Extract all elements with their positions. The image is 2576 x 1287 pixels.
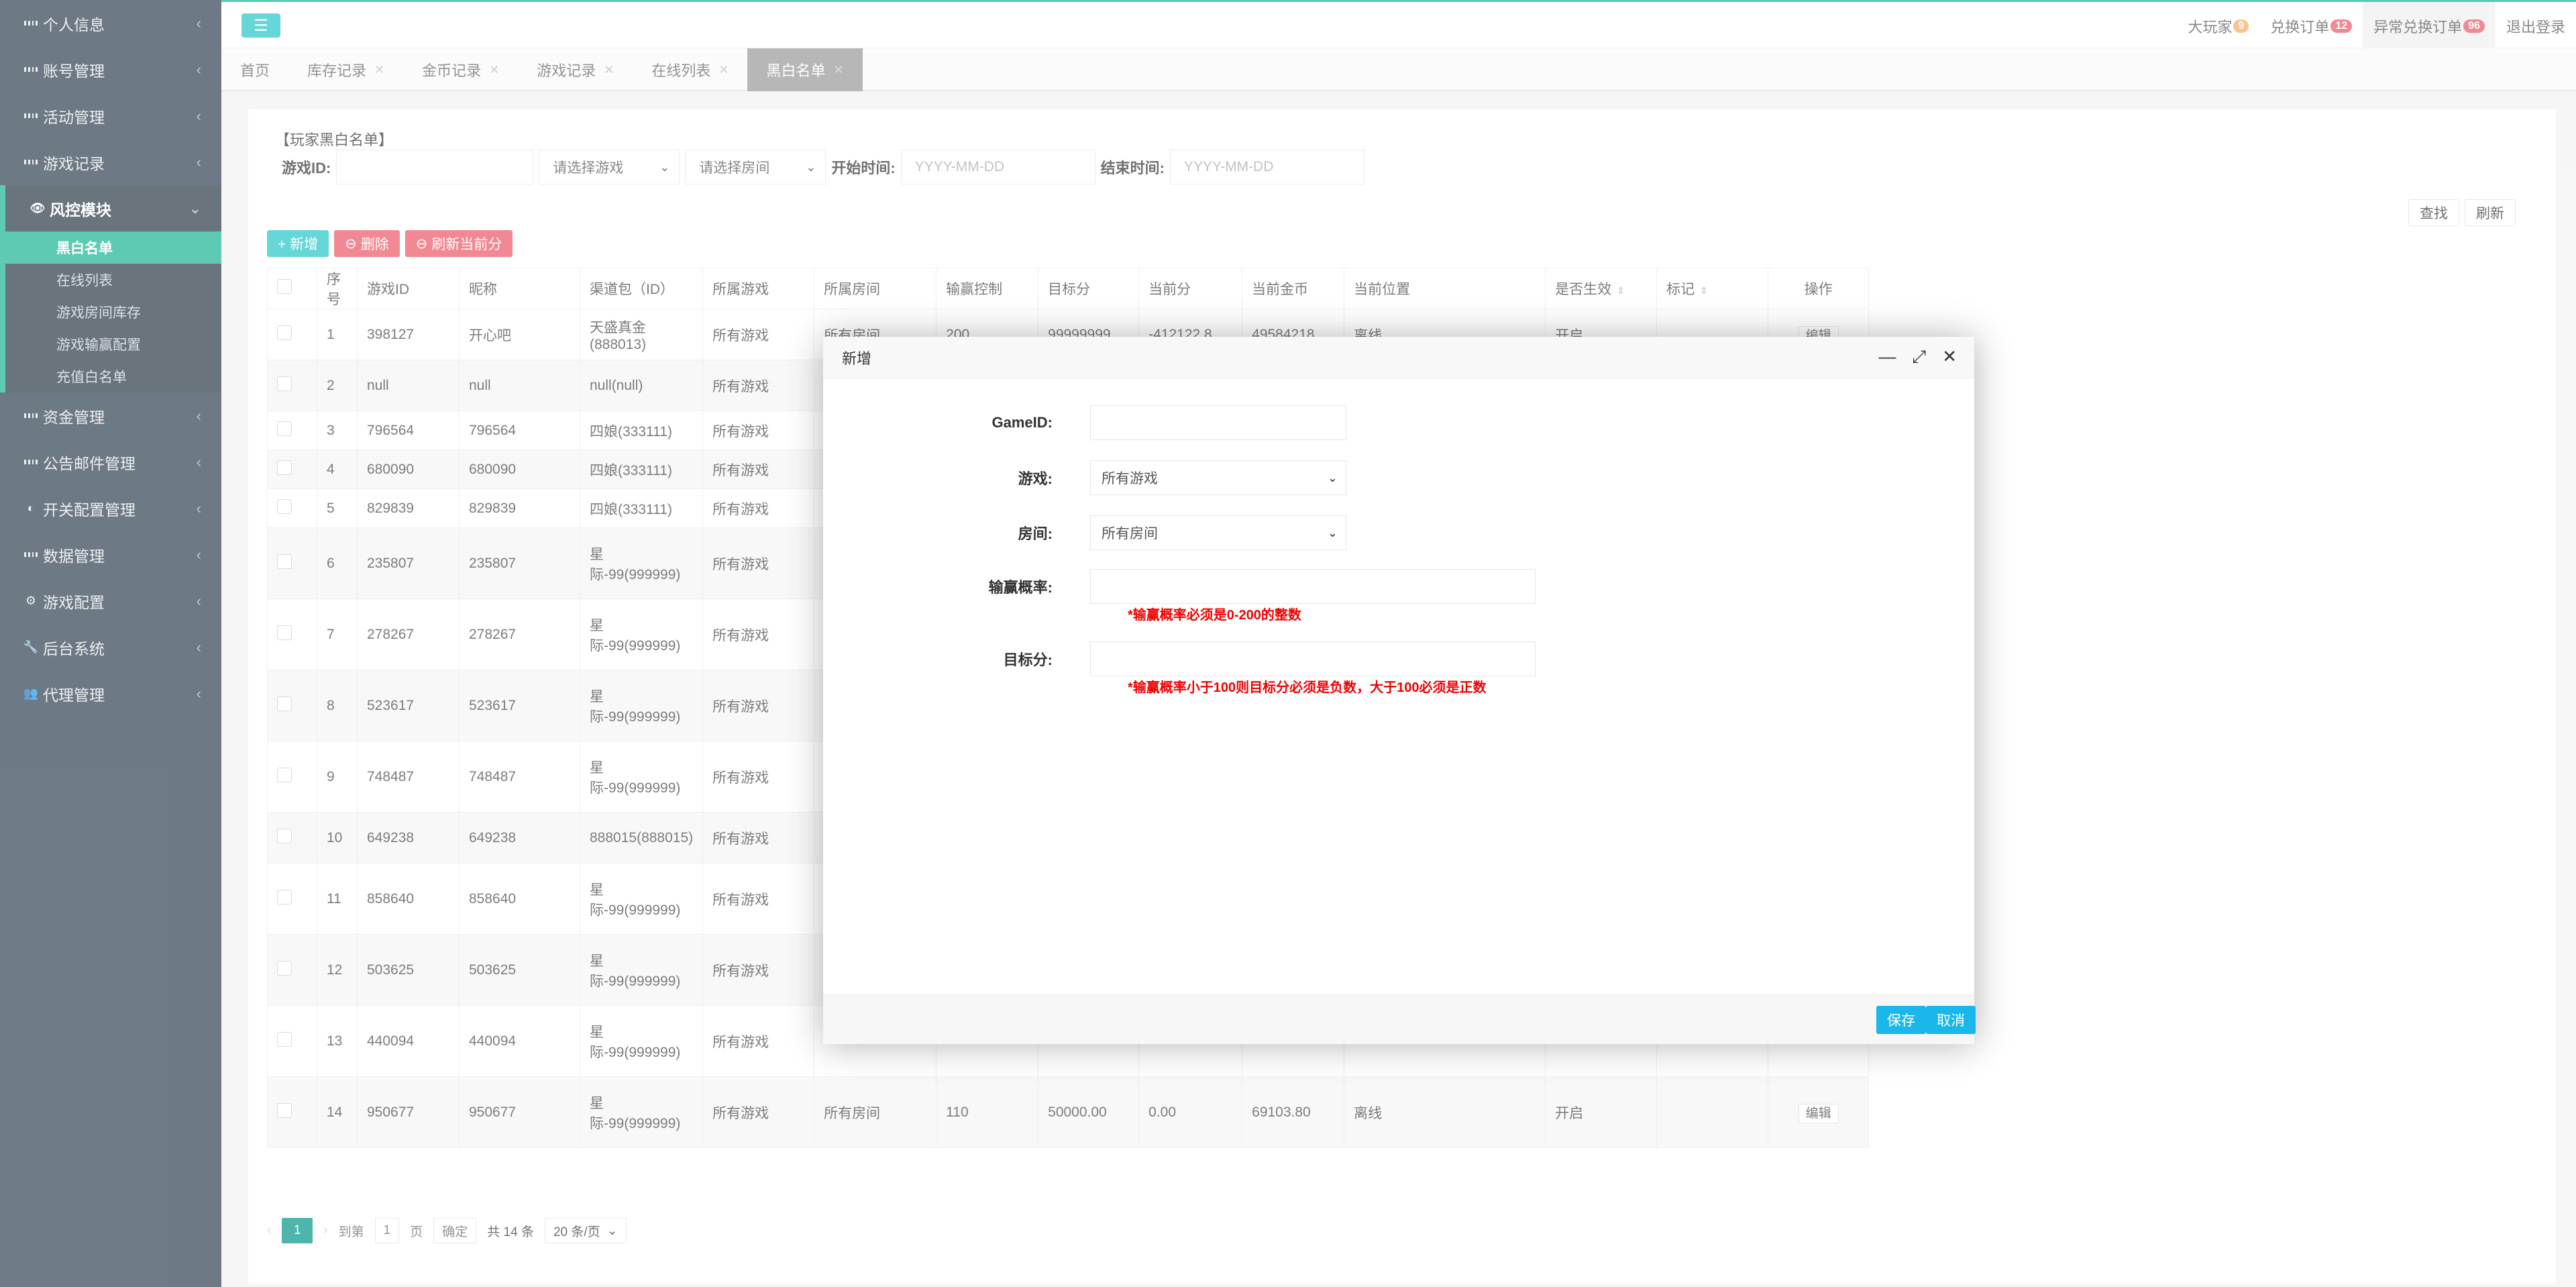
target-label: 目标分: [1003, 652, 1053, 668]
game-select[interactable]: 所有游戏 ⌄ [1090, 460, 1346, 495]
form-row-rate: 输赢概率: [823, 569, 1536, 604]
room-label: 房间: [1018, 525, 1053, 542]
target-hint: *输赢概率小于100则目标分必须是负数，大于100必须是正数 [1128, 680, 1487, 695]
cancel-button[interactable]: 取消 [1926, 1006, 1976, 1034]
dialog-header: 新增 — ⤢ ✕ [823, 337, 1974, 378]
form-row-gameid: GameID: [823, 405, 1346, 440]
chevron-down-icon: ⌄ [1327, 525, 1338, 539]
save-button[interactable]: 保存 [1876, 1006, 1926, 1034]
minimize-icon[interactable]: — [1878, 346, 1896, 368]
rate-label: 输赢概率: [988, 579, 1053, 596]
dialog-title: 新增 [842, 350, 872, 367]
target-input[interactable] [1090, 641, 1536, 676]
form-row-target: 目标分: [823, 641, 1536, 676]
add-dialog: 新增 — ⤢ ✕ GameID: 游戏: 所有游戏 ⌄ 房间: 所有房间 ⌄ 输赢概… [823, 337, 1976, 1044]
rate-input[interactable] [1090, 569, 1536, 604]
select-value: 所有房间 [1102, 526, 1158, 542]
maximize-icon[interactable]: ⤢ [1912, 346, 1926, 368]
select-value: 所有游戏 [1102, 471, 1158, 486]
form-row-room: 房间: 所有房间 ⌄ [823, 515, 1346, 550]
gameid-label: GameID: [991, 414, 1053, 431]
form-row-game: 游戏: 所有游戏 ⌄ [823, 460, 1346, 495]
room-select[interactable]: 所有房间 ⌄ [1090, 515, 1346, 550]
game-label: 游戏: [1018, 470, 1053, 487]
close-icon[interactable]: ✕ [1942, 346, 1957, 368]
dialog-footer: 保存 取消 [823, 994, 1976, 1044]
dialog-controls: — ⤢ ✕ [1878, 346, 1957, 368]
chevron-down-icon: ⌄ [1327, 470, 1338, 484]
rate-hint: *输赢概率必须是0-200的整数 [1128, 608, 1301, 623]
gameid-input[interactable] [1090, 405, 1346, 440]
